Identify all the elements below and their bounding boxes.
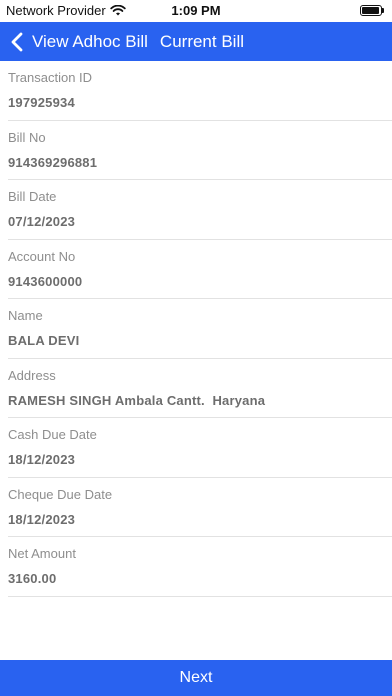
navigation-bar: View Adhoc Bill Current Bill [0, 22, 392, 61]
field-row-name: Name BALA DEVI [0, 299, 392, 359]
chevron-left-icon [11, 32, 23, 51]
field-label: Bill Date [8, 189, 57, 204]
field-label: Cash Due Date [8, 427, 97, 442]
field-value: 07/12/2023 [8, 214, 76, 229]
field-row-address: Address RAMESH SINGH Ambala Cantt. Harya… [0, 359, 392, 418]
field-row-bill-date: Bill Date 07/12/2023 [0, 180, 392, 240]
battery-full-icon [360, 5, 384, 16]
field-value: 18/12/2023 [8, 511, 76, 527]
field-row-cheque-due-date: Cheque Due Date 18/12/2023 [0, 478, 392, 537]
field-row-net-amount: Net Amount 3160.00 [0, 537, 392, 597]
field-value: 18/12/2023 [8, 452, 76, 467]
back-button-label: View Adhoc Bill [32, 31, 148, 51]
status-time: 1:09 PM [171, 3, 221, 18]
field-value: 914369296881 [8, 154, 98, 170]
field-label: Address [8, 367, 56, 383]
bill-details-list: Transaction ID 197925934 Bill No 9143692… [0, 61, 392, 597]
field-label: Transaction ID [8, 70, 93, 85]
status-bar: Network Provider 1:09 PM [0, 0, 392, 22]
field-label: Net Amount [8, 546, 76, 561]
field-label: Cheque Due Date [8, 486, 113, 502]
divider [8, 595, 392, 597]
field-value: 3160.00 [8, 571, 57, 586]
field-label: Account No [8, 248, 76, 264]
field-row-account-no: Account No 9143600000 [0, 240, 392, 299]
page-title: Current Bill [159, 31, 245, 51]
next-button[interactable]: Next [0, 660, 392, 696]
field-value: RAMESH SINGH Ambala Cantt. Haryana [8, 392, 266, 408]
field-value: 197925934 [8, 95, 75, 110]
field-value: BALA DEVI [8, 333, 80, 348]
field-value: 9143600000 [8, 273, 83, 289]
field-label: Bill No [8, 129, 46, 145]
field-label: Name [8, 308, 43, 323]
field-row-cash-due-date: Cash Due Date 18/12/2023 [0, 418, 392, 478]
back-button[interactable]: View Adhoc Bill [10, 32, 148, 52]
field-row-bill-no: Bill No 914369296881 [0, 121, 392, 180]
field-row-transaction-id: Transaction ID 197925934 [0, 61, 392, 121]
